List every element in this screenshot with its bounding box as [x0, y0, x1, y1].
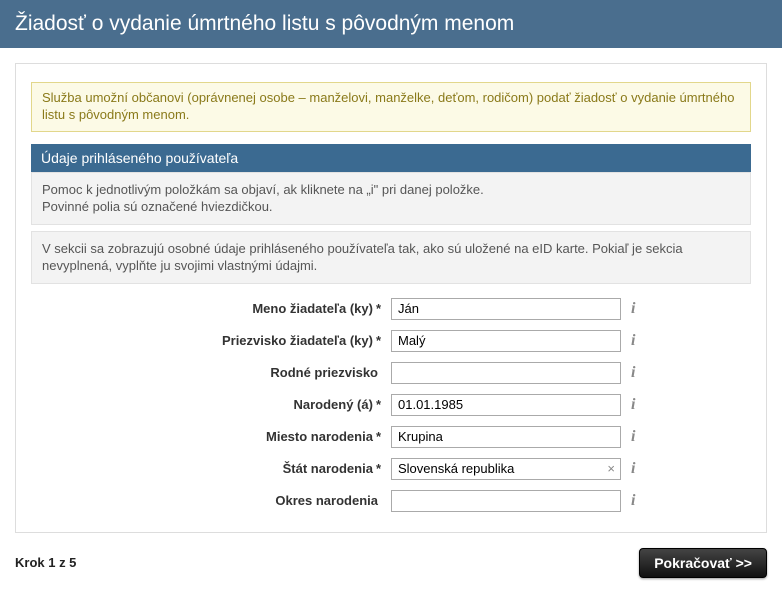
- label-last-name: Priezvisko žiadateľa (ky)*: [31, 333, 391, 348]
- birth-date-input[interactable]: [391, 394, 621, 416]
- row-maiden-name: Rodné priezvisko i: [31, 362, 751, 384]
- birth-district-input[interactable]: [391, 490, 621, 512]
- label-birth-place-text: Miesto narodenia: [266, 429, 373, 444]
- section-header: Údaje prihláseného používateľa: [31, 144, 751, 172]
- info-icon[interactable]: i: [631, 460, 635, 478]
- page-title: Žiadosť o vydanie úmrtného listu s pôvod…: [0, 0, 782, 48]
- info-icon[interactable]: i: [631, 428, 635, 446]
- step-indicator: Krok 1 z 5: [15, 555, 76, 570]
- info-icon[interactable]: i: [631, 364, 635, 382]
- required-mark: *: [376, 397, 381, 412]
- birth-country-input[interactable]: [391, 458, 621, 480]
- row-first-name: Meno žiadateľa (ky)* i: [31, 298, 751, 320]
- row-birth-place: Miesto narodenia* i: [31, 426, 751, 448]
- label-birth-district: Okres narodenia: [31, 493, 391, 508]
- label-birth-date: Narodený (á) *: [31, 397, 391, 412]
- row-last-name: Priezvisko žiadateľa (ky)* i: [31, 330, 751, 352]
- info-icon[interactable]: i: [631, 396, 635, 414]
- label-birth-district-text: Okres narodenia: [275, 493, 378, 508]
- label-first-name-text: Meno žiadateľa (ky): [252, 301, 373, 316]
- footer: Krok 1 z 5 Pokračovať >>: [15, 548, 767, 578]
- label-last-name-text: Priezvisko žiadateľa (ky): [222, 333, 373, 348]
- last-name-input[interactable]: [391, 330, 621, 352]
- info-icon[interactable]: i: [631, 332, 635, 350]
- first-name-input[interactable]: [391, 298, 621, 320]
- continue-button[interactable]: Pokračovať >>: [639, 548, 767, 578]
- intro-description: Služba umožní občanovi (oprávnenej osobe…: [31, 82, 751, 132]
- label-birth-country: Štát narodenia*: [31, 461, 391, 476]
- label-birth-date-text: Narodený (á): [293, 397, 372, 412]
- label-first-name: Meno žiadateľa (ky)*: [31, 301, 391, 316]
- label-maiden-name: Rodné priezvisko: [31, 365, 391, 380]
- content-panel: Služba umožní občanovi (oprávnenej osobe…: [15, 63, 767, 533]
- row-birth-date: Narodený (á) * i: [31, 394, 751, 416]
- help-box: Pomoc k jednotlivým položkám sa objaví, …: [31, 172, 751, 225]
- section-description: V sekcii sa zobrazujú osobné údaje prihl…: [31, 231, 751, 284]
- required-mark: *: [376, 461, 381, 476]
- help-line-1: Pomoc k jednotlivým položkám sa objaví, …: [42, 181, 740, 199]
- label-maiden-name-text: Rodné priezvisko: [270, 365, 378, 380]
- info-icon[interactable]: i: [631, 492, 635, 510]
- clear-icon[interactable]: ×: [607, 461, 615, 476]
- required-mark: *: [376, 301, 381, 316]
- help-line-2: Povinné polia sú označené hviezdičkou.: [42, 198, 740, 216]
- label-birth-place: Miesto narodenia*: [31, 429, 391, 444]
- info-icon[interactable]: i: [631, 300, 635, 318]
- row-birth-country: Štát narodenia* × i: [31, 458, 751, 480]
- birth-place-input[interactable]: [391, 426, 621, 448]
- label-birth-country-text: Štát narodenia: [283, 461, 373, 476]
- maiden-name-input[interactable]: [391, 362, 621, 384]
- required-mark: *: [376, 333, 381, 348]
- row-birth-district: Okres narodenia i: [31, 490, 751, 512]
- required-mark: *: [376, 429, 381, 444]
